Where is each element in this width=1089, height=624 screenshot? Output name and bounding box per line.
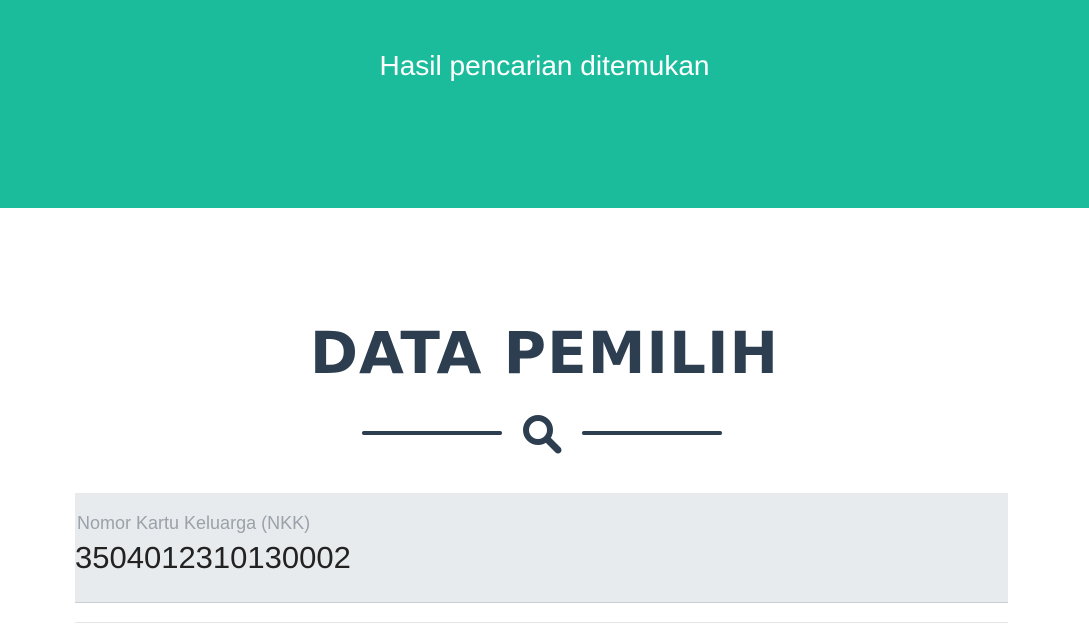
nkk-field: Nomor Kartu Keluarga (NKK) 3504012310130… [75,493,1008,603]
nkk-value: 3504012310130002 [75,540,351,575]
page-title: DATA PEMILIH [309,319,780,387]
title-divider [362,409,722,457]
search-icon [523,415,562,454]
result-header: Hasil pencarian ditemukan [0,0,1089,208]
nkk-label: Nomor Kartu Keluarga (NKK) [77,513,311,533]
divider-line-right [582,431,722,435]
divider [75,622,1008,623]
divider-line-left [362,431,502,435]
search-result-message: Hasil pencarian ditemukan [379,50,710,81]
